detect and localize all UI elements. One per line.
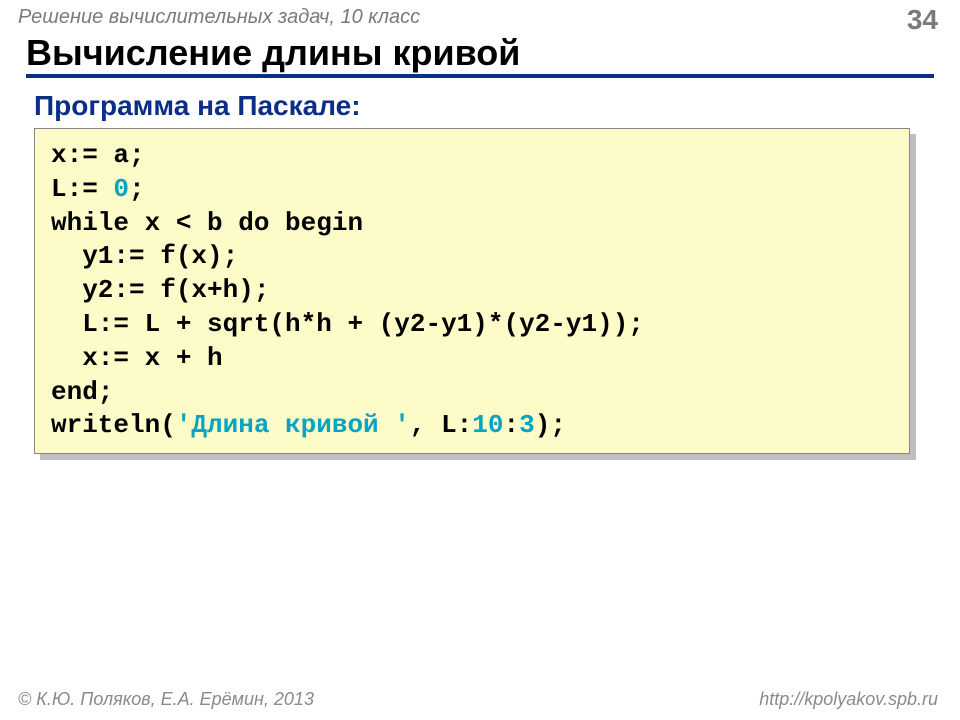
code-block: x:= a; L:= 0; while x < b do begin y1:= … [34,128,910,454]
code-line-2c: ; [129,174,145,204]
code-line-2a: L:= [51,174,113,204]
page-number: 34 [907,4,938,36]
header-subject: Решение вычислительных задач, 10 класс [18,6,420,29]
code-line-9c: , L: [410,410,472,440]
code-line-9-n1: 10 [472,410,503,440]
code-line-8: end; [51,377,113,407]
code-line-7: x:= x + h [51,343,223,373]
code-line-6: L:= L + sqrt(h*h + (y2-y1)*(y2-y1)); [51,309,644,339]
code-line-3: while x < b do begin [51,208,363,238]
code-line-9a: writeln( [51,410,176,440]
code-line-9-str: 'Длина кривой ' [176,410,410,440]
slide-title: Вычисление длины кривой [26,34,934,78]
code-line-1: x:= a; [51,140,145,170]
code-line-9-n2: 3 [519,410,535,440]
code-line-9e: : [504,410,520,440]
footer-copyright: © К.Ю. Поляков, Е.А. Ерёмин, 2013 [18,689,314,710]
slide-subtitle: Программа на Паскале: [34,90,361,122]
code-line-4: y1:= f(x); [51,241,238,271]
slide: Решение вычислительных задач, 10 класс 3… [0,0,960,720]
code-block-wrap: x:= a; L:= 0; while x < b do begin y1:= … [34,128,910,454]
code-line-5: y2:= f(x+h); [51,275,269,305]
code-line-2-num: 0 [113,174,129,204]
code-line-9g: ); [535,410,566,440]
footer-url: http://kpolyakov.spb.ru [759,689,938,710]
